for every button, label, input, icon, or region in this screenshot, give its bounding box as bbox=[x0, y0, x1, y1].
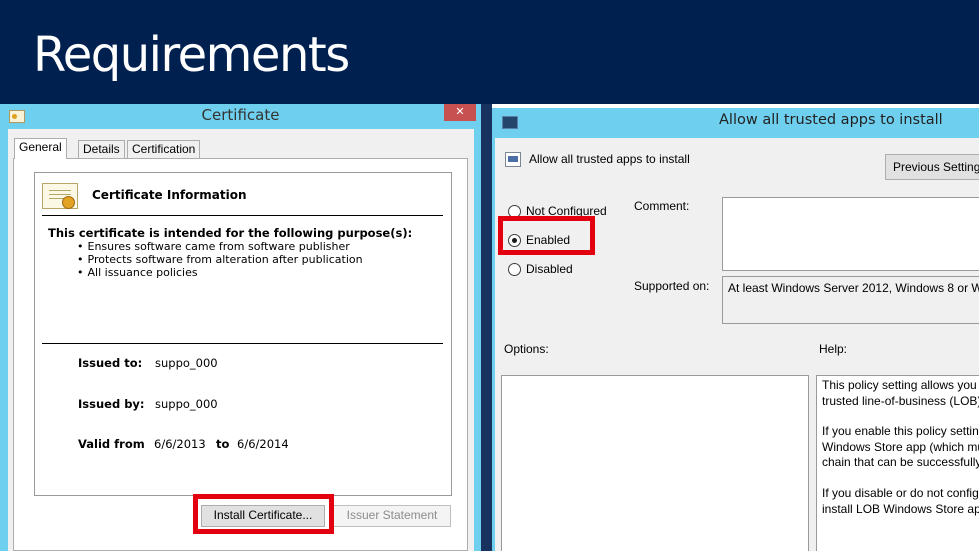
help-paragraph: This policy setting allows you to manage… bbox=[822, 378, 979, 409]
install-certificate-button[interactable]: Install Certificate... bbox=[201, 505, 325, 527]
certificate-titlebar: Certificate ✕ bbox=[0, 104, 481, 128]
purpose-label: This certificate is intended for the fol… bbox=[48, 226, 413, 240]
policy-window-title: Allow all trusted apps to install bbox=[719, 112, 943, 128]
divider bbox=[42, 343, 443, 344]
valid-to-label: to bbox=[216, 437, 230, 451]
help-label: Help: bbox=[819, 342, 848, 356]
help-line: Windows Store app (which must be signed … bbox=[822, 439, 979, 454]
purpose-item: Ensures software came from software publ… bbox=[77, 240, 363, 253]
divider bbox=[42, 215, 443, 216]
issued-to-value: suppo_000 bbox=[155, 356, 218, 370]
disabled-label[interactable]: Disabled bbox=[526, 262, 573, 276]
comment-field[interactable] bbox=[722, 197, 979, 271]
help-line: install LOB Windows Store apps. bbox=[822, 501, 979, 516]
slide-title: Requirements bbox=[33, 27, 350, 83]
window-border bbox=[492, 104, 979, 108]
policy-app-icon bbox=[502, 116, 518, 129]
comment-label: Comment: bbox=[634, 199, 690, 213]
policy-icon bbox=[505, 152, 521, 167]
valid-to-value: 6/6/2014 bbox=[237, 437, 289, 451]
certificate-dialog-title: Certificate bbox=[201, 106, 280, 124]
close-icon[interactable]: ✕ bbox=[444, 104, 476, 121]
help-line: trusted line-of-business (LOB) Windows S… bbox=[822, 393, 979, 408]
purpose-list: Ensures software came from software publ… bbox=[77, 240, 363, 279]
issued-by-value: suppo_000 bbox=[155, 397, 218, 411]
not-configured-radio[interactable] bbox=[508, 205, 521, 218]
enabled-radio[interactable] bbox=[508, 234, 521, 247]
help-line: This policy setting allows you to manage… bbox=[822, 378, 979, 392]
disabled-radio[interactable] bbox=[508, 263, 521, 276]
enabled-label[interactable]: Enabled bbox=[526, 233, 570, 247]
tab-certification-path[interactable]: Certification Path bbox=[127, 140, 201, 173]
certificate-body: General Details Certification Path Certi… bbox=[8, 129, 474, 551]
general-tab-panel: Certificate Information This certificate… bbox=[13, 158, 468, 551]
policy-setting-window: Allow all trusted apps to install Allow … bbox=[481, 104, 979, 551]
certificate-info-box: Certificate Information This certificate… bbox=[34, 172, 452, 496]
window-border bbox=[481, 104, 492, 551]
purpose-item: All issuance policies bbox=[77, 266, 363, 279]
options-label: Options: bbox=[504, 342, 549, 356]
supported-on-value: At least Windows Server 2012, Windows 8 … bbox=[728, 281, 979, 295]
help-line: If you enable this policy setting, you c… bbox=[822, 424, 979, 438]
tab-details[interactable]: Details bbox=[78, 140, 125, 158]
purpose-item: Protects software from alteration after … bbox=[77, 253, 363, 266]
issued-to-label: Issued to: bbox=[78, 356, 143, 370]
certificate-icon bbox=[42, 183, 78, 209]
help-paragraph: If you disable or do not configure this … bbox=[822, 486, 979, 517]
help-paragraph: If you enable this policy setting, you c… bbox=[822, 424, 979, 471]
valid-from-value: 6/6/2013 bbox=[154, 437, 206, 451]
certificate-info-heading: Certificate Information bbox=[92, 188, 247, 202]
policy-body: Allow all trusted apps to install Previo… bbox=[495, 138, 979, 551]
supported-on-field: At least Windows Server 2012, Windows 8 … bbox=[722, 276, 979, 324]
certificate-dialog: Certificate ✕ General Details Certificat… bbox=[0, 104, 481, 551]
valid-from-label: Valid from bbox=[78, 437, 145, 451]
supported-on-label: Supported on: bbox=[634, 279, 710, 293]
policy-name: Allow all trusted apps to install bbox=[529, 152, 690, 166]
tab-general[interactable]: General bbox=[14, 138, 67, 159]
help-line: If you disable or do not configure this … bbox=[822, 486, 979, 500]
issued-by-label: Issued by: bbox=[78, 397, 145, 411]
not-configured-label[interactable]: Not Configured bbox=[526, 204, 607, 218]
options-pane bbox=[501, 375, 809, 551]
previous-setting-button[interactable]: Previous Setting bbox=[885, 154, 979, 180]
issuer-statement-button[interactable]: Issuer Statement bbox=[333, 505, 451, 527]
help-pane[interactable]: This policy setting allows you to manage… bbox=[816, 375, 979, 551]
help-line: chain that can be successfully validated… bbox=[822, 455, 979, 469]
